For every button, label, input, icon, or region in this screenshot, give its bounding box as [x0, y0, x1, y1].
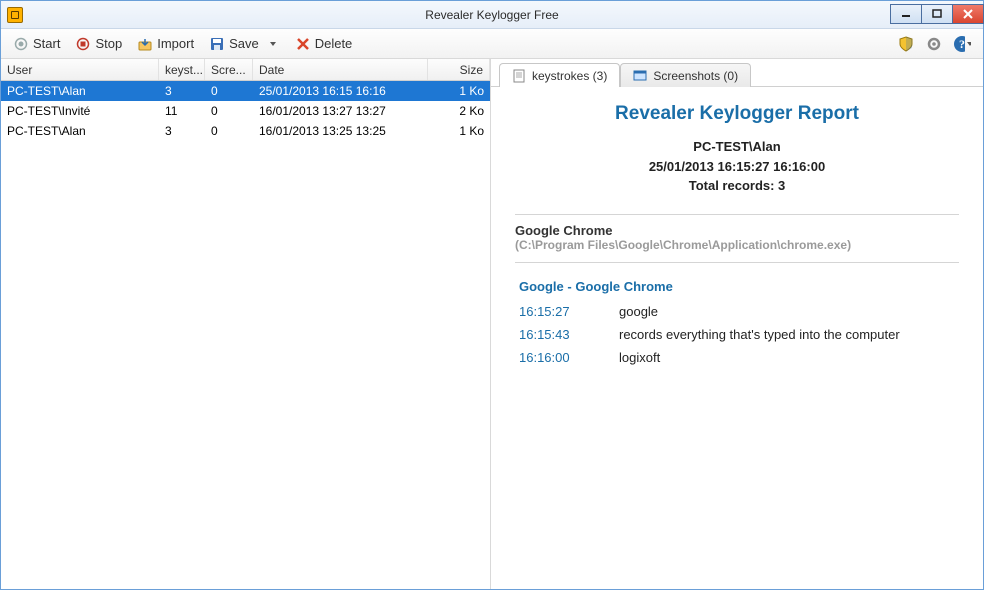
- tab-bar: keystrokes (3) Screenshots (0): [491, 59, 983, 87]
- entry-text: logixoft: [619, 350, 660, 365]
- save-label: Save: [229, 36, 259, 51]
- keystroke-entry: 16:16:00 logixoft: [519, 350, 959, 365]
- table-row[interactable]: PC-TEST\Invité11016/01/2013 13:27 13:272…: [1, 101, 490, 121]
- screenshot-icon: [633, 69, 647, 83]
- tab-keystrokes-label: keystrokes (3): [532, 69, 607, 83]
- detail-pane: keystrokes (3) Screenshots (0) Revealer …: [491, 59, 983, 589]
- col-date[interactable]: Date: [253, 59, 428, 80]
- import-button[interactable]: Import: [131, 33, 201, 54]
- report-session: Google - Google Chrome: [519, 279, 959, 294]
- delete-button[interactable]: Delete: [289, 33, 360, 54]
- report-user: PC-TEST\Alan: [515, 137, 959, 157]
- record-icon: [14, 37, 28, 51]
- close-button[interactable]: [952, 4, 984, 24]
- delete-icon: [296, 37, 310, 51]
- svg-text:?: ?: [959, 37, 965, 51]
- tab-screenshots-label: Screenshots (0): [653, 69, 738, 83]
- stop-button[interactable]: Stop: [69, 33, 129, 54]
- start-button[interactable]: Start: [7, 33, 67, 54]
- chevron-down-icon: [266, 37, 280, 51]
- shield-icon[interactable]: [897, 35, 915, 53]
- report-app-name: Google Chrome: [515, 223, 959, 238]
- toolbar: Start Stop Import Save Delete ?: [1, 29, 983, 59]
- table-row[interactable]: PC-TEST\Alan3016/01/2013 13:25 13:251 Ko: [1, 121, 490, 141]
- save-button[interactable]: Save: [203, 33, 287, 54]
- delete-label: Delete: [315, 36, 353, 51]
- keystroke-entry: 16:15:27 google: [519, 304, 959, 319]
- table-row[interactable]: PC-TEST\Alan3025/01/2013 16:15 16:161 Ko: [1, 81, 490, 101]
- titlebar: Revealer Keylogger Free: [1, 1, 983, 29]
- report-daterange: 25/01/2013 16:15:27 16:16:00: [515, 157, 959, 177]
- report-total: Total records: 3: [515, 176, 959, 196]
- import-icon: [138, 37, 152, 51]
- report-app-path: (C:\Program Files\Google\Chrome\Applicat…: [515, 238, 959, 252]
- keystroke-entry: 16:15:43 records everything that's typed …: [519, 327, 959, 342]
- stop-icon: [76, 37, 90, 51]
- entry-time: 16:15:43: [519, 327, 589, 342]
- document-icon: [512, 69, 526, 83]
- maximize-button[interactable]: [921, 4, 953, 24]
- report-view: Revealer Keylogger Report PC-TEST\Alan 2…: [491, 87, 983, 589]
- grid-header: User keyst... Scre... Date Size: [1, 59, 490, 81]
- report-title: Revealer Keylogger Report: [515, 103, 959, 125]
- col-size[interactable]: Size: [428, 59, 490, 80]
- start-label: Start: [33, 36, 60, 51]
- help-icon[interactable]: ?: [953, 35, 971, 53]
- minimize-button[interactable]: [890, 4, 922, 24]
- save-icon: [210, 37, 224, 51]
- entry-text: records everything that's typed into the…: [619, 327, 900, 342]
- tab-screenshots[interactable]: Screenshots (0): [620, 63, 751, 87]
- entry-time: 16:15:27: [519, 304, 589, 319]
- col-user[interactable]: User: [1, 59, 159, 80]
- app-icon: [7, 7, 23, 23]
- stop-label: Stop: [95, 36, 122, 51]
- gear-icon[interactable]: [925, 35, 943, 53]
- entry-time: 16:16:00: [519, 350, 589, 365]
- log-list-pane: User keyst... Scre... Date Size PC-TEST\…: [1, 59, 491, 589]
- col-screenshots[interactable]: Scre...: [205, 59, 253, 80]
- import-label: Import: [157, 36, 194, 51]
- entry-text: google: [619, 304, 658, 319]
- tab-keystrokes[interactable]: keystrokes (3): [499, 63, 620, 87]
- grid-body: PC-TEST\Alan3025/01/2013 16:15 16:161 Ko…: [1, 81, 490, 589]
- window-title: Revealer Keylogger Free: [425, 8, 558, 22]
- col-keystrokes[interactable]: keyst...: [159, 59, 205, 80]
